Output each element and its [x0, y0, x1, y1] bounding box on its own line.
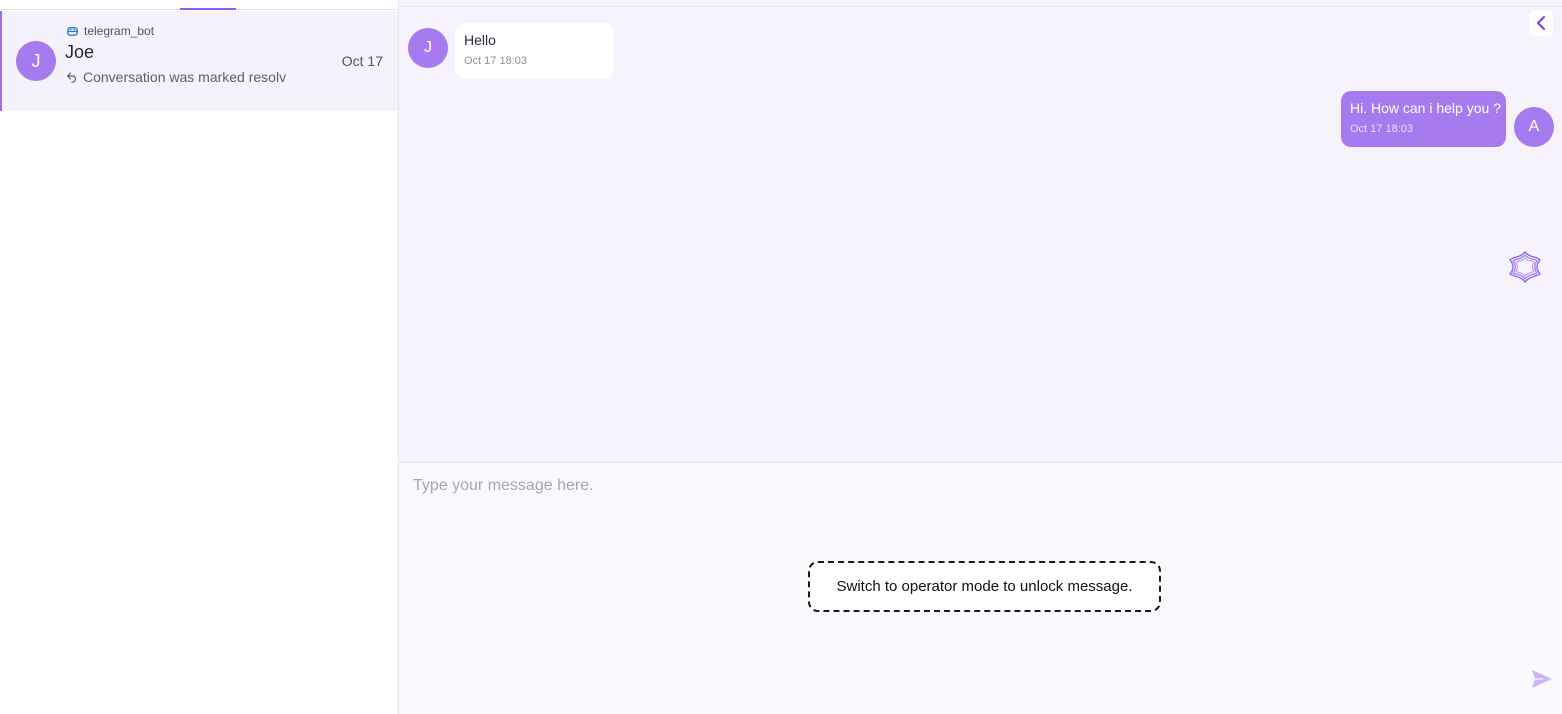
message-time: Oct 17 18:03: [464, 55, 527, 67]
message-text: Hello: [464, 32, 496, 48]
send-button[interactable]: [1530, 668, 1554, 690]
conversation-sidebar: J telegram_bot Joe Conversation was mark…: [0, 0, 399, 714]
collapse-panel-button[interactable]: [1529, 10, 1553, 36]
ai-assistant-button[interactable]: [1506, 248, 1544, 286]
message-incoming: J: [408, 28, 448, 68]
chat-header-divider: [399, 6, 1562, 7]
conversation-avatar: J: [16, 41, 56, 81]
sidebar-tabs: [0, 0, 398, 10]
chat-panel: J Hello Oct 17 18:03 Hi. How can i help …: [399, 0, 1562, 714]
conversation-name: Joe: [65, 42, 95, 62]
message-text: Hi. How can i help you ?: [1350, 100, 1501, 116]
message-bubble-outgoing: Hi. How can i help you ? Oct 17 18:03: [1341, 91, 1506, 147]
operator-mode-notice[interactable]: Switch to operator mode to unlock messag…: [808, 561, 1161, 612]
bot-icon: [67, 26, 78, 36]
message-avatar: A: [1514, 107, 1554, 147]
conversation-date: Oct 17: [341, 53, 383, 69]
ai-assistant-icon: [1509, 250, 1541, 284]
message-time: Oct 17 18:03: [1350, 123, 1413, 135]
message-composer: Switch to operator mode to unlock messag…: [399, 462, 1562, 714]
send-icon: [1532, 670, 1552, 688]
conversation-source-label: telegram_bot: [84, 24, 155, 38]
message-bubble-incoming: Hello Oct 17 18:03: [455, 23, 614, 79]
reply-icon: [66, 72, 76, 83]
conversation-last-message: Conversation was marked resolv: [66, 69, 296, 85]
active-tab-indicator: [180, 8, 236, 10]
conversation-item[interactable]: J telegram_bot Joe Conversation was mark…: [0, 11, 398, 111]
chevron-left-icon: [1537, 16, 1545, 30]
message-avatar: J: [408, 28, 448, 68]
message-input[interactable]: [411, 473, 1511, 499]
conversation-last-message-text: Conversation was marked resolv: [83, 69, 287, 85]
app-window: J telegram_bot Joe Conversation was mark…: [0, 0, 1562, 714]
conversation-source: telegram_bot: [66, 24, 154, 38]
message-outgoing: A: [1514, 107, 1554, 147]
